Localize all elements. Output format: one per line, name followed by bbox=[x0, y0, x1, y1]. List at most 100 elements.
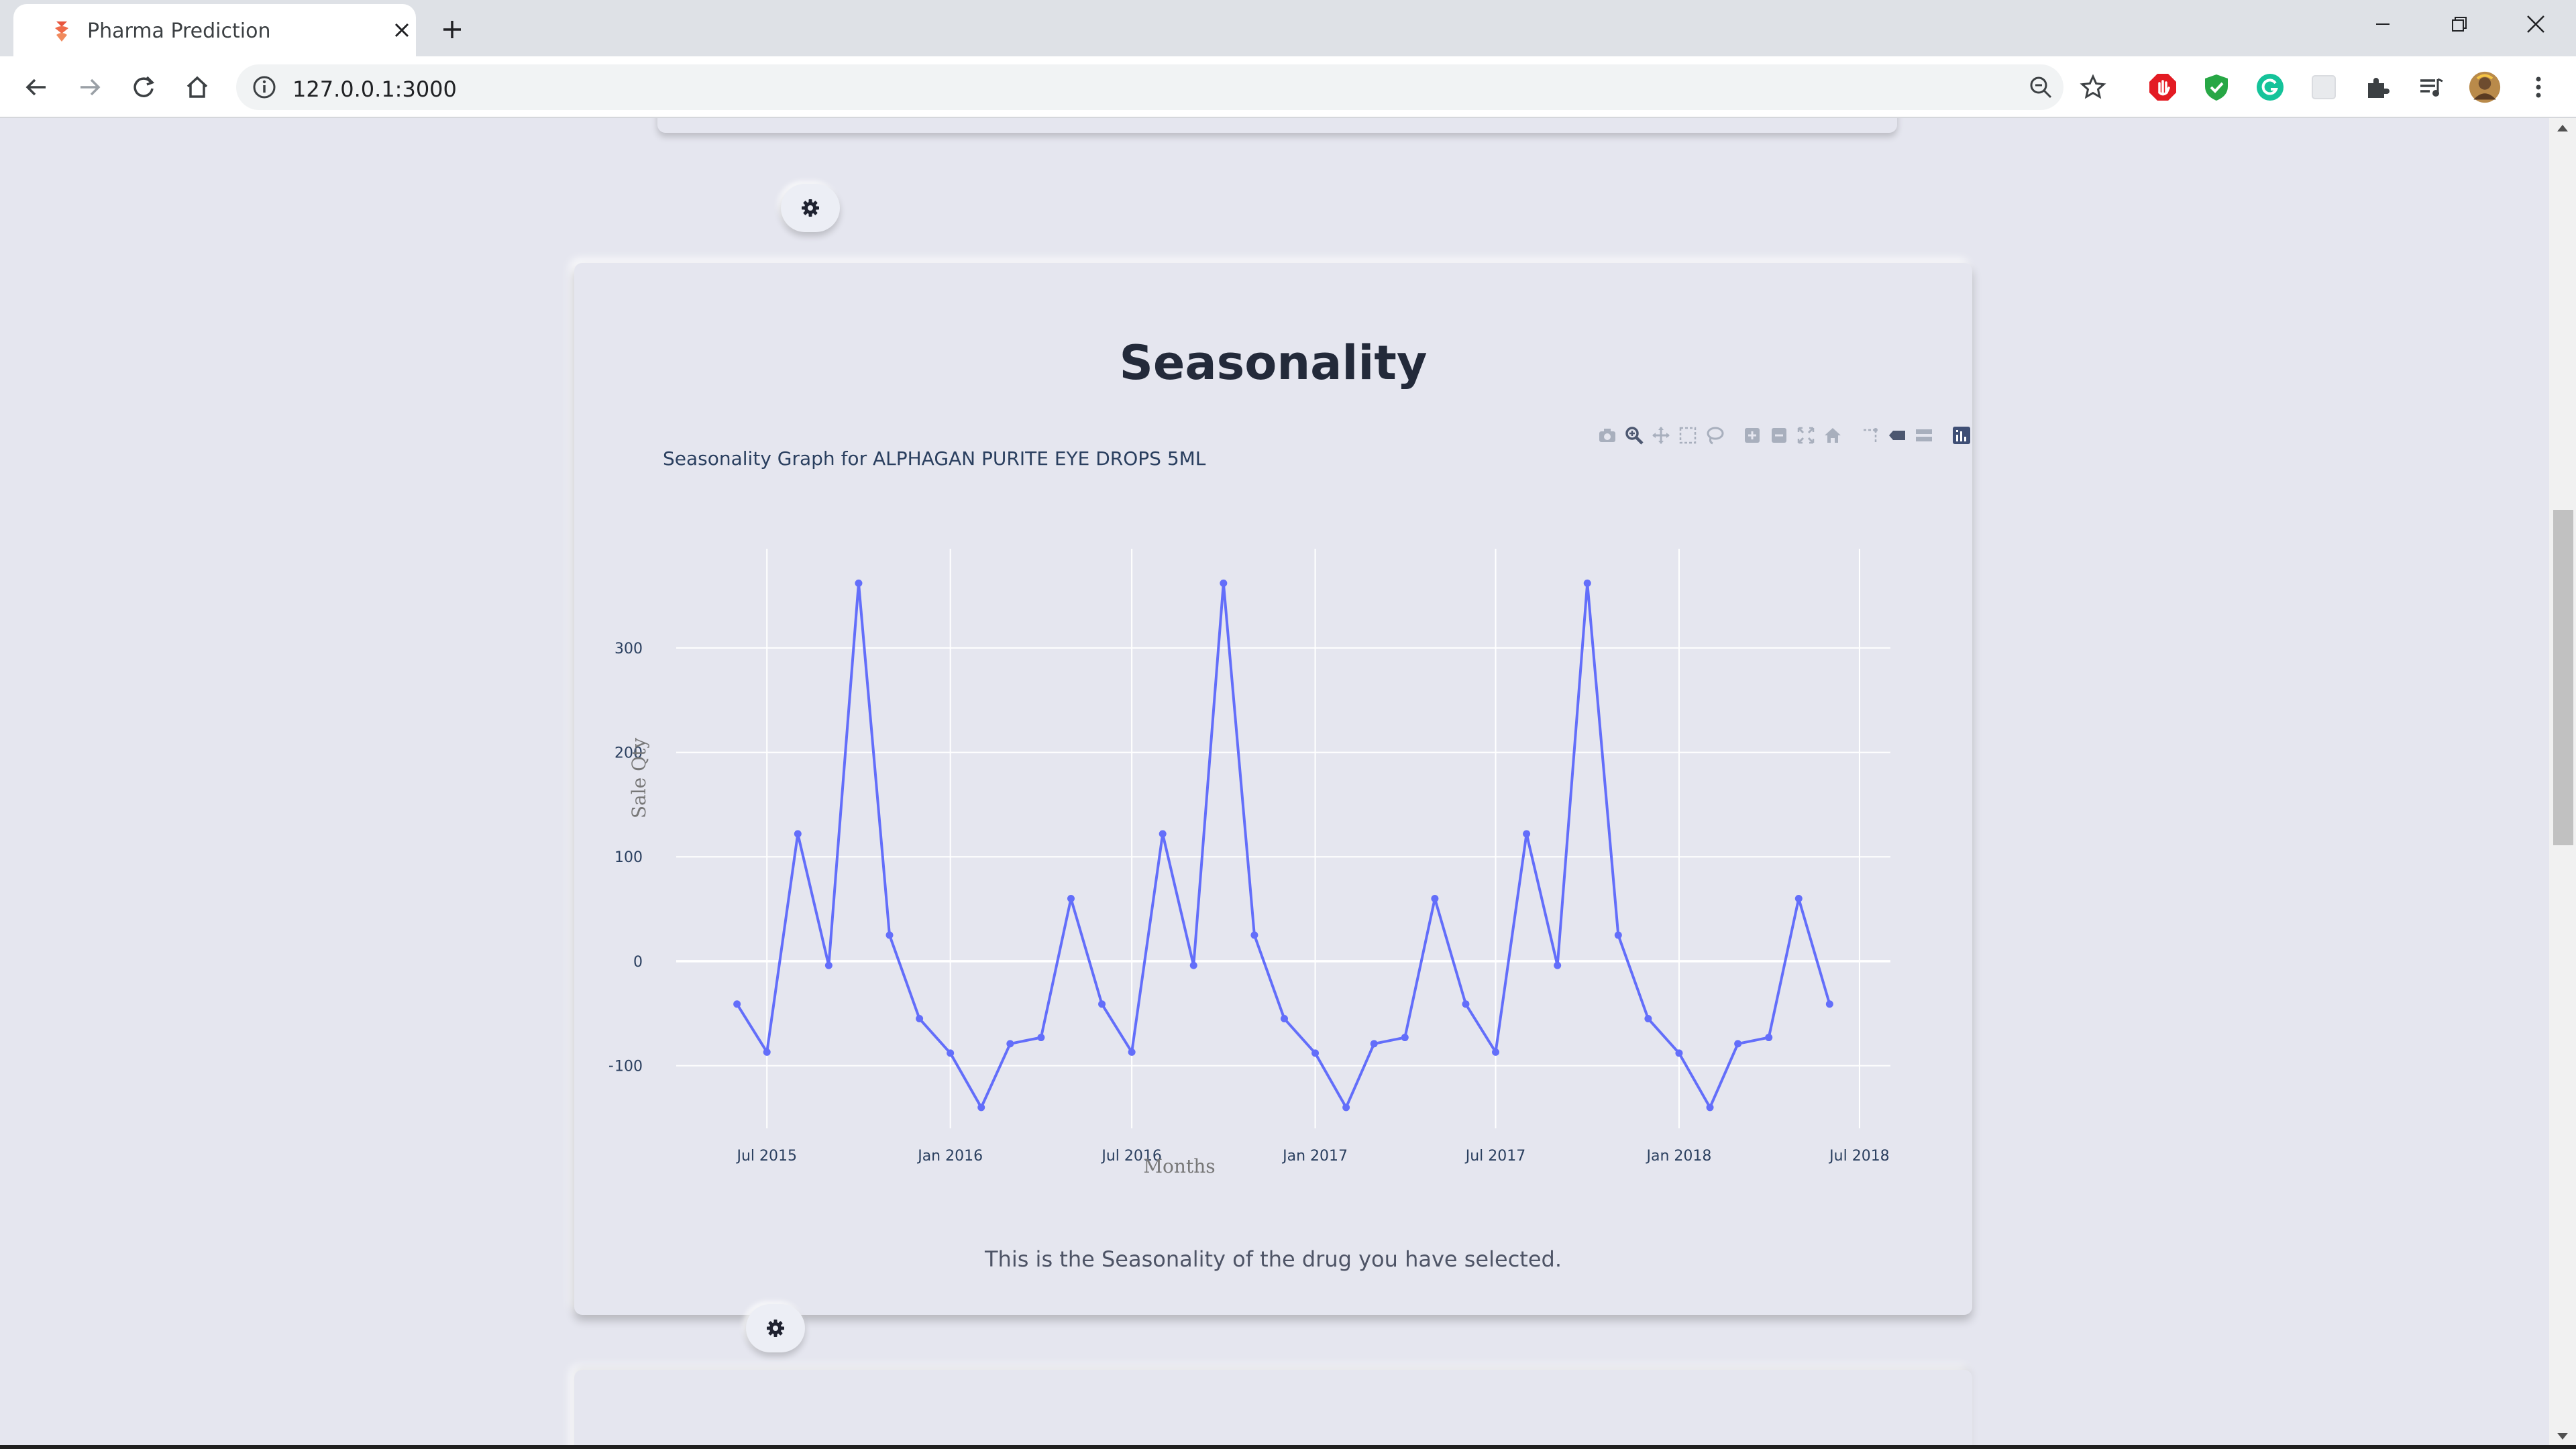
x-tick-label: Jul 2017 bbox=[1464, 1148, 1526, 1165]
data-point bbox=[1067, 895, 1075, 903]
tab-strip: Pharma Prediction bbox=[0, 0, 2576, 56]
lasso-icon[interactable] bbox=[1701, 423, 1728, 447]
data-point bbox=[1006, 1040, 1014, 1048]
extensions-puzzle-icon[interactable] bbox=[2361, 71, 2394, 103]
spike-lines-icon[interactable] bbox=[1857, 423, 1884, 447]
data-point bbox=[1159, 830, 1167, 838]
modebar-spacer bbox=[1937, 423, 1948, 447]
data-point bbox=[1794, 895, 1803, 903]
home-icon[interactable] bbox=[178, 68, 216, 106]
card-settings-button[interactable] bbox=[746, 1304, 805, 1352]
restore-icon[interactable] bbox=[2422, 0, 2497, 48]
new-tab-button[interactable] bbox=[435, 12, 470, 47]
minimize-icon[interactable] bbox=[2345, 0, 2420, 48]
hover-compare-icon[interactable] bbox=[1911, 423, 1937, 447]
data-point bbox=[1523, 830, 1531, 838]
data-point bbox=[1098, 1000, 1106, 1008]
back-icon[interactable] bbox=[17, 68, 55, 106]
profile-avatar-icon[interactable] bbox=[2469, 71, 2501, 103]
y-tick-label: 100 bbox=[614, 849, 643, 866]
data-point bbox=[824, 961, 833, 969]
next-card bbox=[574, 1370, 1972, 1449]
pan-icon[interactable] bbox=[1648, 423, 1674, 447]
chart-title: Seasonality Graph for ALPHAGAN PURITE EY… bbox=[663, 447, 1206, 470]
scroll-up-icon[interactable] bbox=[2557, 125, 2568, 131]
hover-closest-icon[interactable] bbox=[1884, 423, 1911, 447]
scroll-thumb[interactable] bbox=[2553, 510, 2573, 845]
modebar-spacer bbox=[1728, 423, 1739, 447]
data-point bbox=[1189, 961, 1197, 969]
zoom-out-icon[interactable] bbox=[1766, 423, 1792, 447]
taskbar-edge bbox=[0, 1445, 2576, 1449]
favicon-icon bbox=[55, 21, 68, 42]
series-line bbox=[735, 582, 1831, 1109]
browser-tab[interactable]: Pharma Prediction bbox=[13, 4, 416, 56]
data-point bbox=[763, 1048, 771, 1056]
data-point bbox=[1734, 1040, 1742, 1048]
bookmark-star-icon[interactable] bbox=[2080, 74, 2106, 101]
box-select-icon[interactable] bbox=[1674, 423, 1701, 447]
menu-kebab-icon[interactable] bbox=[2522, 71, 2555, 103]
data-point bbox=[1614, 931, 1622, 939]
card-caption: This is the Seasonality of the drug you … bbox=[984, 1246, 1562, 1272]
chart-svg: Jul 2015 Jan 2016 Jul 2016 Jan 2017 Jul 2017… bbox=[609, 447, 1890, 1175]
zoom-icon[interactable] bbox=[2027, 74, 2054, 101]
data-point bbox=[1401, 1034, 1409, 1042]
data-point bbox=[1311, 1049, 1320, 1057]
y-tick-label: 300 bbox=[614, 641, 643, 657]
tab-title: Pharma Prediction bbox=[87, 19, 271, 43]
plot-modebar bbox=[1594, 423, 1975, 447]
y-tick-label: 0 bbox=[633, 954, 643, 971]
data-point bbox=[794, 830, 802, 838]
gear-icon bbox=[802, 199, 819, 217]
data-point bbox=[1342, 1104, 1350, 1112]
zoom-in-icon[interactable] bbox=[1739, 423, 1766, 447]
data-point bbox=[916, 1015, 924, 1023]
x-tick-label: Jan 2017 bbox=[1281, 1148, 1348, 1165]
y-tick-label: −100 bbox=[609, 1059, 643, 1075]
page-viewport: Seasonality Jul 2015 Jan 2016 Jul 2016 Jan … bbox=[0, 118, 2549, 1449]
seasonality-card: Seasonality Jul 2015 Jan 2016 Jul 2016 Jan … bbox=[574, 263, 1972, 1352]
url-text: 127.0.0.1:3000 bbox=[292, 76, 457, 102]
data-point bbox=[947, 1049, 955, 1057]
seasonality-plot[interactable]: Jul 2015 Jan 2016 Jul 2016 Jan 2017 Jul 2017… bbox=[609, 417, 1970, 1175]
plotly-logo-icon[interactable] bbox=[1948, 423, 1975, 447]
forward-icon[interactable] bbox=[71, 68, 109, 106]
grammarly-extension-icon[interactable] bbox=[2254, 71, 2286, 103]
site-info-icon[interactable] bbox=[251, 74, 278, 101]
x-tick-label: Jul 2018 bbox=[1828, 1148, 1890, 1165]
zoom-icon[interactable] bbox=[1621, 423, 1648, 447]
data-point bbox=[1492, 1048, 1500, 1056]
data-point bbox=[1037, 1034, 1045, 1042]
reset-axes-icon[interactable] bbox=[1819, 423, 1846, 447]
card-title: Seasonality bbox=[1119, 335, 1428, 390]
data-point bbox=[1583, 579, 1591, 587]
modebar-spacer bbox=[1846, 423, 1857, 447]
x-tick-label: Jul 2015 bbox=[735, 1148, 797, 1165]
data-point bbox=[1250, 931, 1258, 939]
browser-toolbar: 127.0.0.1:3000 bbox=[0, 56, 2576, 118]
autoscale-icon[interactable] bbox=[1792, 423, 1819, 447]
data-point bbox=[1644, 1015, 1652, 1023]
address-bar[interactable]: 127.0.0.1:3000 bbox=[236, 64, 2063, 110]
gear-icon bbox=[767, 1320, 784, 1337]
adblock-extension-icon[interactable] bbox=[2147, 71, 2179, 103]
settings-button[interactable] bbox=[781, 184, 840, 232]
data-point bbox=[733, 1000, 741, 1008]
data-point bbox=[1220, 579, 1228, 587]
y-axis-label: Sale Qty bbox=[628, 738, 650, 819]
close-window-icon[interactable] bbox=[2498, 0, 2573, 48]
data-point bbox=[855, 579, 863, 587]
reload-icon[interactable] bbox=[125, 68, 162, 106]
data-point bbox=[1462, 1000, 1470, 1008]
media-control-icon[interactable] bbox=[2415, 71, 2447, 103]
scroll-down-icon[interactable] bbox=[2557, 1433, 2568, 1440]
x-tick-label: Jan 2016 bbox=[916, 1148, 983, 1165]
blank-extension-icon[interactable] bbox=[2308, 71, 2340, 103]
shield-extension-icon[interactable] bbox=[2200, 71, 2233, 103]
data-point bbox=[1765, 1034, 1773, 1042]
camera-icon[interactable] bbox=[1594, 423, 1621, 447]
data-point bbox=[1128, 1048, 1136, 1056]
vertical-scrollbar[interactable] bbox=[2549, 118, 2576, 1449]
close-tab-icon[interactable] bbox=[388, 16, 416, 44]
